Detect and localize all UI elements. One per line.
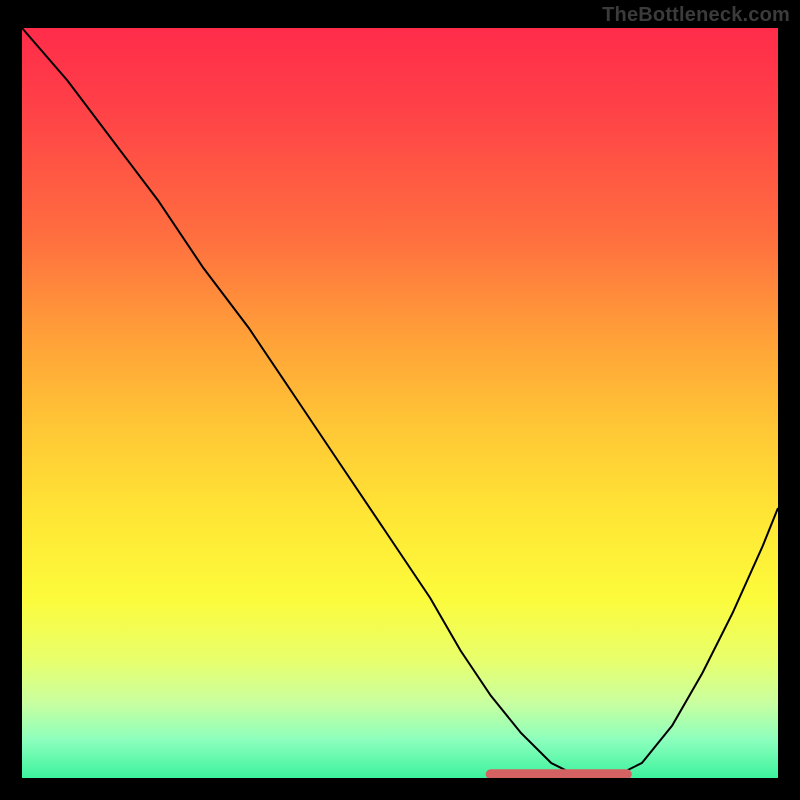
watermark-text: TheBottleneck.com	[602, 4, 790, 27]
curve-layer	[22, 28, 778, 778]
chart-frame: TheBottleneck.com	[0, 0, 800, 800]
plot-area	[22, 28, 778, 778]
bottleneck-curve	[22, 28, 778, 778]
